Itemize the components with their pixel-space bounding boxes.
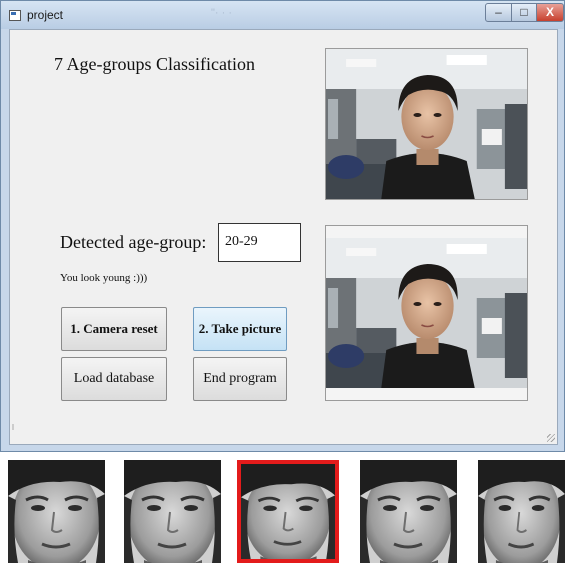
face-thumbnail[interactable]: [124, 460, 221, 563]
app-icon: [9, 10, 21, 21]
load-database-button[interactable]: Load database: [61, 357, 167, 401]
face-thumbnail[interactable]: [8, 460, 105, 563]
app-window: project "· · · – □ X 7 Age-groups Classi…: [0, 0, 565, 452]
face-thumbnail-strip: [0, 460, 565, 563]
title-bar[interactable]: project "· · · – □ X: [1, 1, 564, 29]
live-camera-view: [325, 48, 528, 200]
face-thumbnail-selected[interactable]: [237, 460, 339, 563]
result-message: You look young :))): [60, 272, 148, 284]
page-title: 7 Age-groups Classification: [54, 54, 255, 74]
resize-grip[interactable]: [547, 434, 555, 442]
captured-picture-view: [325, 225, 528, 401]
ghost-title: "· · ·: [211, 7, 233, 19]
captured-photo: [326, 238, 527, 388]
client-area: 7 Age-groups Classification Detected age…: [9, 29, 558, 445]
detected-age-field[interactable]: 20-29: [218, 223, 301, 262]
minimize-button[interactable]: –: [485, 3, 512, 22]
take-picture-button[interactable]: 2. Take picture: [193, 307, 287, 351]
window-title: project: [27, 8, 64, 22]
maximize-button[interactable]: □: [511, 3, 537, 22]
scroll-marker: [12, 424, 14, 430]
close-button[interactable]: X: [536, 3, 564, 22]
camera-reset-button[interactable]: 1. Camera reset: [61, 307, 167, 351]
face-thumbnail[interactable]: [360, 460, 457, 563]
face-thumbnail[interactable]: [478, 460, 565, 563]
end-program-button[interactable]: End program: [193, 357, 287, 401]
detected-age-label: Detected age-group:: [60, 232, 207, 252]
camera-photo: [326, 49, 527, 199]
